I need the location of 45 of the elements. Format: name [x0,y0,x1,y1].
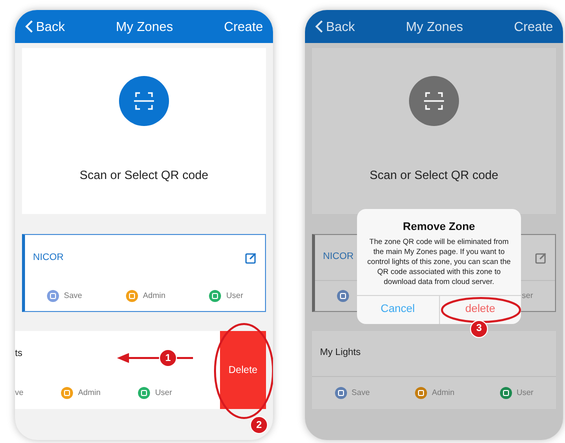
zone-name: My Lights [320,346,361,360]
create-button[interactable]: Create [224,16,263,36]
create-button[interactable]: Create [514,16,553,36]
zone-card[interactable]: NICOR Save Admin User [22,234,266,312]
user-role-icon [138,387,150,399]
role-label: Admin [432,387,455,399]
screen-title: My Zones [406,18,463,36]
role-label: Save [64,290,82,302]
chevron-left-icon [315,20,323,33]
admin-role-icon [414,387,427,399]
chevron-left-icon [25,20,33,33]
role-label: Admin [78,387,101,399]
role-label: ser [522,290,533,302]
back-button[interactable]: Back [315,16,355,36]
back-button[interactable]: Back [25,16,65,36]
user-role-icon [500,387,512,399]
qr-scan-icon [119,76,169,126]
admin-role-icon [60,387,73,399]
scan-card[interactable]: Scan or Select QR code [22,48,266,214]
user-role-icon [209,290,222,302]
zone-name: ts [15,346,22,361]
save-role-icon [334,387,347,399]
save-role-icon [46,290,59,302]
delete-button[interactable]: delete [438,296,521,324]
scan-label: Scan or Select QR code [370,167,498,184]
role-label: User [226,290,244,302]
save-role-icon [337,290,349,302]
role-label: Save [352,387,370,399]
edit-icon[interactable] [245,252,257,264]
dialog-title: Remove Zone [402,220,476,235]
step-badge: 2 [250,416,268,434]
edit-icon[interactable] [535,252,547,264]
scan-card[interactable]: Scan or Select QR code [312,48,556,214]
zone-name: NICOR [323,250,354,264]
delete-button[interactable]: Delete [220,331,266,409]
role-label: Admin [142,290,166,302]
admin-role-icon [126,290,138,302]
role-label: User [516,387,534,399]
role-label: User [155,387,172,399]
screen-title: My Zones [116,18,173,36]
zone-name: NICOR [33,250,64,265]
zone-card[interactable]: My Lights Save Admin User [312,331,556,409]
role-label: ve [15,387,24,399]
qr-scan-icon [409,76,459,126]
scan-label: Scan or Select QR code [80,167,208,184]
